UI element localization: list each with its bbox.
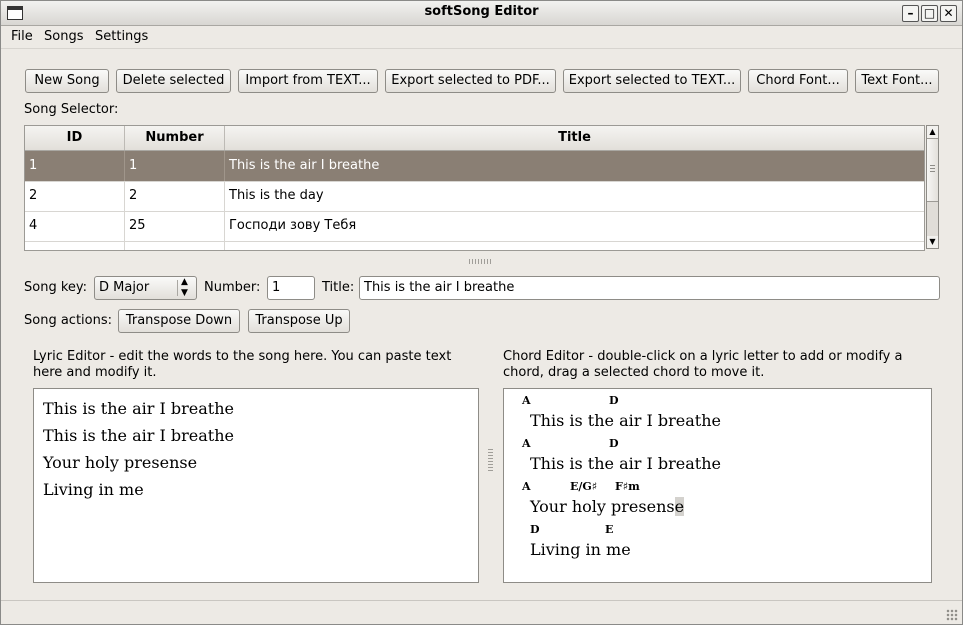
minimize-icon: – bbox=[907, 6, 914, 20]
chord-label[interactable]: F♯m bbox=[615, 480, 640, 493]
lyric-editor-caption: Lyric Editor - edit the words to the son… bbox=[33, 349, 452, 380]
chord-label[interactable]: A bbox=[522, 437, 531, 450]
text-font-button[interactable]: Text Font... bbox=[855, 69, 939, 93]
close-button[interactable]: ✕ bbox=[940, 5, 957, 22]
transpose-up-button[interactable]: Transpose Up bbox=[248, 309, 350, 333]
menu-songs[interactable]: Songs bbox=[44, 29, 83, 44]
chord-lyric-line: This is the air I breathe bbox=[530, 411, 721, 430]
title-label: Title: bbox=[322, 280, 355, 295]
cell-number: 2 bbox=[125, 181, 225, 211]
song-actions-label: Song actions: bbox=[24, 313, 112, 328]
import-text-button[interactable]: Import from TEXT... bbox=[238, 69, 378, 93]
highlighted-letter[interactable]: e bbox=[674, 497, 685, 516]
table-row[interactable]: 4 25 Господи зову Тебя bbox=[25, 211, 924, 242]
scrollbar-thumb[interactable] bbox=[927, 138, 938, 202]
chord-label[interactable]: D bbox=[609, 394, 619, 407]
chord-lyric-text: Your holy presens bbox=[530, 497, 675, 516]
chord-lyric-line: Living in me bbox=[530, 540, 631, 559]
horizontal-splitter-handle[interactable] bbox=[469, 259, 493, 264]
song-table[interactable]: ID Number Title 1 1 This is the air I br… bbox=[24, 125, 925, 251]
lyric-line: Your holy presense bbox=[43, 453, 198, 472]
song-key-label: Song key: bbox=[24, 280, 88, 295]
chord-label[interactable]: A bbox=[522, 480, 531, 493]
delete-selected-button[interactable]: Delete selected bbox=[116, 69, 231, 93]
cell-id: 2 bbox=[25, 181, 125, 211]
chord-editor-caption: Chord Editor - double-click on a lyric l… bbox=[503, 349, 903, 380]
column-header-title[interactable]: Title bbox=[225, 126, 924, 150]
cell-number bbox=[125, 241, 225, 250]
chord-label[interactable]: A bbox=[522, 394, 531, 407]
maximize-button[interactable]: □ bbox=[921, 5, 938, 22]
chord-label[interactable]: D bbox=[609, 437, 619, 450]
column-header-number[interactable]: Number bbox=[125, 126, 225, 150]
close-icon: ✕ bbox=[943, 6, 954, 20]
resize-grip-icon[interactable] bbox=[946, 609, 958, 621]
table-row[interactable]: 2 2 This is the day bbox=[25, 181, 924, 212]
maximize-icon: □ bbox=[923, 6, 936, 20]
title-bar[interactable]: softSong Editor – □ ✕ bbox=[1, 1, 962, 26]
number-field[interactable]: 1 bbox=[267, 276, 315, 300]
minimize-button[interactable]: – bbox=[902, 5, 919, 22]
song-selector-label: Song Selector: bbox=[24, 102, 119, 117]
export-pdf-button[interactable]: Export selected to PDF... bbox=[385, 69, 556, 93]
lyric-line: This is the air I breathe bbox=[43, 426, 234, 445]
menu-settings[interactable]: Settings bbox=[95, 29, 148, 44]
table-vertical-scrollbar[interactable]: ▲ ▼ bbox=[926, 125, 939, 249]
chord-label[interactable]: D bbox=[530, 523, 540, 536]
title-field[interactable]: This is the air I breathe bbox=[359, 276, 940, 300]
status-bar bbox=[1, 600, 962, 625]
menu-file[interactable]: File bbox=[11, 29, 33, 44]
lyric-line: Living in me bbox=[43, 480, 144, 499]
cell-number: 1 bbox=[125, 151, 225, 181]
main-window: softSong Editor – □ ✕ File Songs Setting… bbox=[0, 0, 963, 625]
scroll-down-icon[interactable]: ▼ bbox=[927, 236, 938, 248]
cell-title: This is the day bbox=[229, 188, 324, 203]
chord-label[interactable]: E/G♯ bbox=[570, 480, 597, 493]
transpose-down-button[interactable]: Transpose Down bbox=[118, 309, 240, 333]
cell-id: 4 bbox=[25, 211, 125, 241]
table-row[interactable]: 1 1 This is the air I breathe bbox=[25, 151, 924, 182]
song-key-value: D Major bbox=[99, 280, 150, 295]
cell-id bbox=[25, 241, 125, 250]
cell-id: 1 bbox=[25, 151, 125, 181]
chord-lyric-line: This is the air I breathe bbox=[530, 454, 721, 473]
menu-bar: File Songs Settings bbox=[1, 26, 962, 49]
chord-font-button[interactable]: Chord Font... bbox=[748, 69, 848, 93]
table-header: ID Number Title bbox=[25, 126, 924, 151]
select-arrows-icon: ▲ ▼ bbox=[181, 277, 188, 298]
new-song-button[interactable]: New Song bbox=[25, 69, 109, 93]
table-row[interactable] bbox=[25, 241, 924, 250]
export-text-button[interactable]: Export selected to TEXT... bbox=[563, 69, 741, 93]
lyric-editor[interactable]: This is the air I breathe This is the ai… bbox=[33, 388, 479, 583]
column-header-id[interactable]: ID bbox=[25, 126, 125, 150]
cell-number: 25 bbox=[125, 211, 225, 241]
scroll-up-icon[interactable]: ▲ bbox=[927, 126, 938, 138]
song-key-select[interactable]: D Major ▲ ▼ bbox=[94, 276, 197, 300]
window-title: softSong Editor bbox=[424, 4, 539, 19]
cell-title: Господи зову Тебя bbox=[229, 218, 357, 233]
cell-title: This is the air I breathe bbox=[229, 158, 380, 173]
chord-lyric-line: Your holy presense bbox=[530, 497, 685, 516]
vertical-splitter-handle[interactable] bbox=[488, 447, 493, 471]
chord-editor[interactable]: A D This is the air I breathe A D This i… bbox=[503, 388, 932, 583]
number-label: Number: bbox=[204, 280, 261, 295]
lyric-line: This is the air I breathe bbox=[43, 399, 234, 418]
chord-label[interactable]: E bbox=[605, 523, 613, 536]
